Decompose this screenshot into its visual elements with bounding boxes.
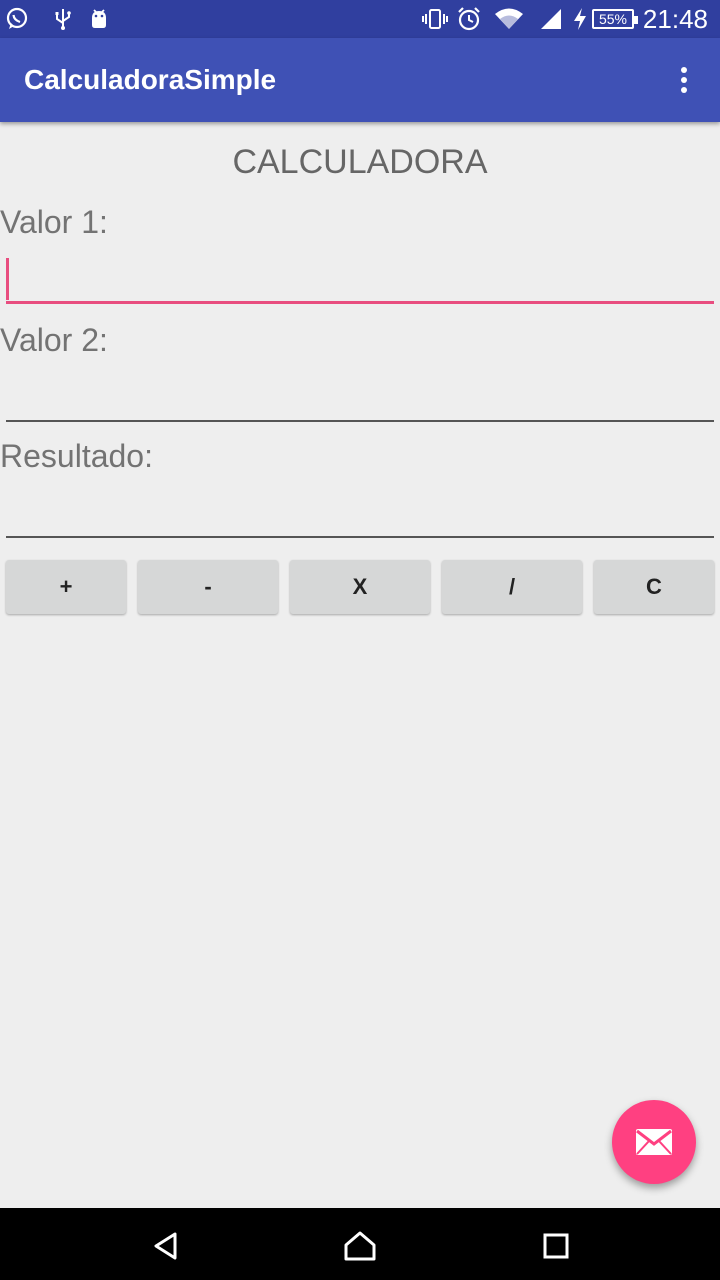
whatsapp-icon bbox=[4, 6, 30, 32]
charging-icon bbox=[570, 6, 590, 32]
more-vert-icon[interactable] bbox=[668, 64, 700, 96]
email-fab-button[interactable] bbox=[612, 1100, 696, 1184]
value1-label: Valor 1: bbox=[0, 204, 108, 240]
page-heading: CALCULADORA bbox=[232, 143, 488, 181]
value1-input[interactable] bbox=[6, 256, 714, 304]
value2-label: Valor 2: bbox=[0, 322, 108, 358]
overflow-dot bbox=[681, 67, 687, 73]
result-field[interactable] bbox=[6, 490, 714, 538]
overflow-dot bbox=[681, 87, 687, 93]
home-icon[interactable] bbox=[340, 1226, 380, 1266]
multiply-button[interactable]: X bbox=[290, 560, 430, 614]
recents-icon[interactable] bbox=[536, 1226, 576, 1266]
wifi-icon bbox=[494, 6, 524, 32]
clear-button[interactable]: C bbox=[594, 560, 714, 614]
result-label: Resultado: bbox=[0, 438, 153, 474]
email-icon bbox=[635, 1128, 673, 1156]
app-bar: CalculadoraSimple bbox=[0, 38, 720, 122]
back-icon[interactable] bbox=[146, 1226, 186, 1266]
status-bar: 55% 21:48 bbox=[0, 0, 720, 38]
navigation-bar bbox=[0, 1208, 720, 1280]
usb-icon bbox=[50, 6, 76, 32]
text-cursor bbox=[6, 258, 9, 300]
vibrate-icon bbox=[422, 6, 448, 32]
battery-indicator: 55% bbox=[592, 9, 638, 29]
app-title: CalculadoraSimple bbox=[24, 64, 277, 95]
alarm-icon bbox=[456, 6, 482, 32]
overflow-dot bbox=[681, 77, 687, 83]
signal-icon bbox=[538, 6, 564, 32]
android-debug-icon bbox=[86, 6, 112, 32]
add-button[interactable]: + bbox=[6, 560, 126, 614]
value2-input[interactable] bbox=[6, 374, 714, 422]
subtract-button[interactable]: - bbox=[138, 560, 278, 614]
status-time: 21:48 bbox=[642, 4, 708, 34]
divide-button[interactable]: / bbox=[442, 560, 582, 614]
